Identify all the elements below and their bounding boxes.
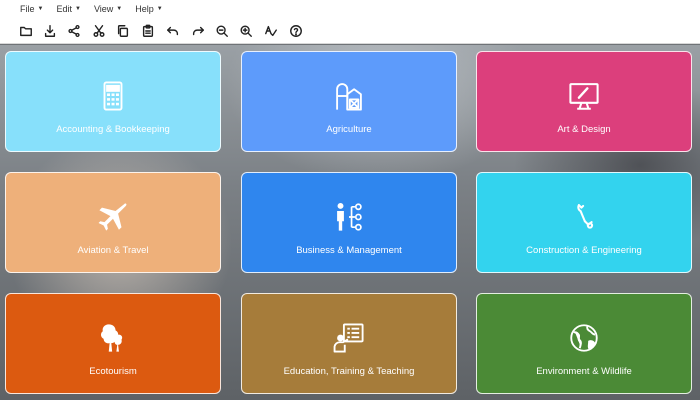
category-card-education[interactable]: Education, Training & Teaching — [241, 293, 457, 394]
menu-view[interactable]: View ▼ — [94, 4, 122, 14]
wrench-icon — [564, 198, 604, 236]
download-icon[interactable] — [42, 23, 58, 39]
menu-edit-label: Edit — [56, 4, 72, 14]
globe-icon — [564, 319, 604, 357]
category-card-aviation[interactable]: Aviation & Travel — [5, 172, 221, 273]
caret-down-icon: ▼ — [116, 6, 123, 12]
caret-down-icon: ▼ — [37, 6, 44, 12]
spell-check-icon[interactable] — [263, 23, 279, 39]
menu-edit[interactable]: Edit ▼ — [56, 4, 80, 14]
caret-down-icon: ▼ — [74, 6, 81, 12]
category-label: Art & Design — [557, 124, 611, 135]
caret-down-icon: ▼ — [156, 6, 163, 12]
category-label: Ecotourism — [89, 366, 137, 377]
category-label: Construction & Engineering — [526, 245, 642, 256]
calculator-icon — [93, 77, 133, 115]
menu-file-label: File — [20, 4, 35, 14]
category-card-accounting[interactable]: Accounting & Bookkeeping — [5, 51, 221, 152]
help-icon[interactable] — [288, 23, 304, 39]
cut-icon[interactable] — [91, 23, 107, 39]
category-card-construction[interactable]: Construction & Engineering — [476, 172, 692, 273]
toolbar — [0, 18, 700, 44]
menu-view-label: View — [93, 4, 114, 14]
monitor-icon — [564, 77, 604, 115]
category-card-environment[interactable]: Environment & Wildlife — [476, 293, 692, 394]
trees-icon — [93, 319, 133, 357]
zoom-out-icon[interactable] — [214, 23, 230, 39]
category-label: Agriculture — [326, 124, 372, 135]
undo-icon[interactable] — [165, 23, 181, 39]
category-label: Business & Management — [296, 245, 402, 256]
share-icon[interactable] — [66, 23, 82, 39]
airplane-icon — [93, 198, 133, 236]
category-card-agriculture[interactable]: Agriculture — [241, 51, 457, 152]
menu-help[interactable]: Help ▼ — [135, 4, 162, 14]
teacher-board-icon — [329, 319, 369, 357]
category-label: Accounting & Bookkeeping — [56, 124, 170, 135]
menu-bar: File ▼ Edit ▼ View ▼ Help ▼ — [0, 0, 700, 18]
open-folder-icon[interactable] — [18, 23, 34, 39]
paste-icon[interactable] — [140, 23, 156, 39]
category-label: Environment & Wildlife — [536, 366, 632, 377]
category-label: Education, Training & Teaching — [283, 366, 415, 377]
category-card-business[interactable]: Business & Management — [241, 172, 457, 273]
copy-icon[interactable] — [115, 23, 131, 39]
zoom-in-icon[interactable] — [238, 23, 254, 39]
category-label: Aviation & Travel — [77, 245, 149, 256]
org-chart-icon — [329, 198, 369, 236]
category-card-art-design[interactable]: Art & Design — [476, 51, 692, 152]
redo-icon[interactable] — [190, 23, 206, 39]
category-card-ecotourism[interactable]: Ecotourism — [5, 293, 221, 394]
menu-file[interactable]: File ▼ — [20, 4, 43, 14]
barn-icon — [329, 77, 369, 115]
menu-help-label: Help — [135, 4, 154, 14]
